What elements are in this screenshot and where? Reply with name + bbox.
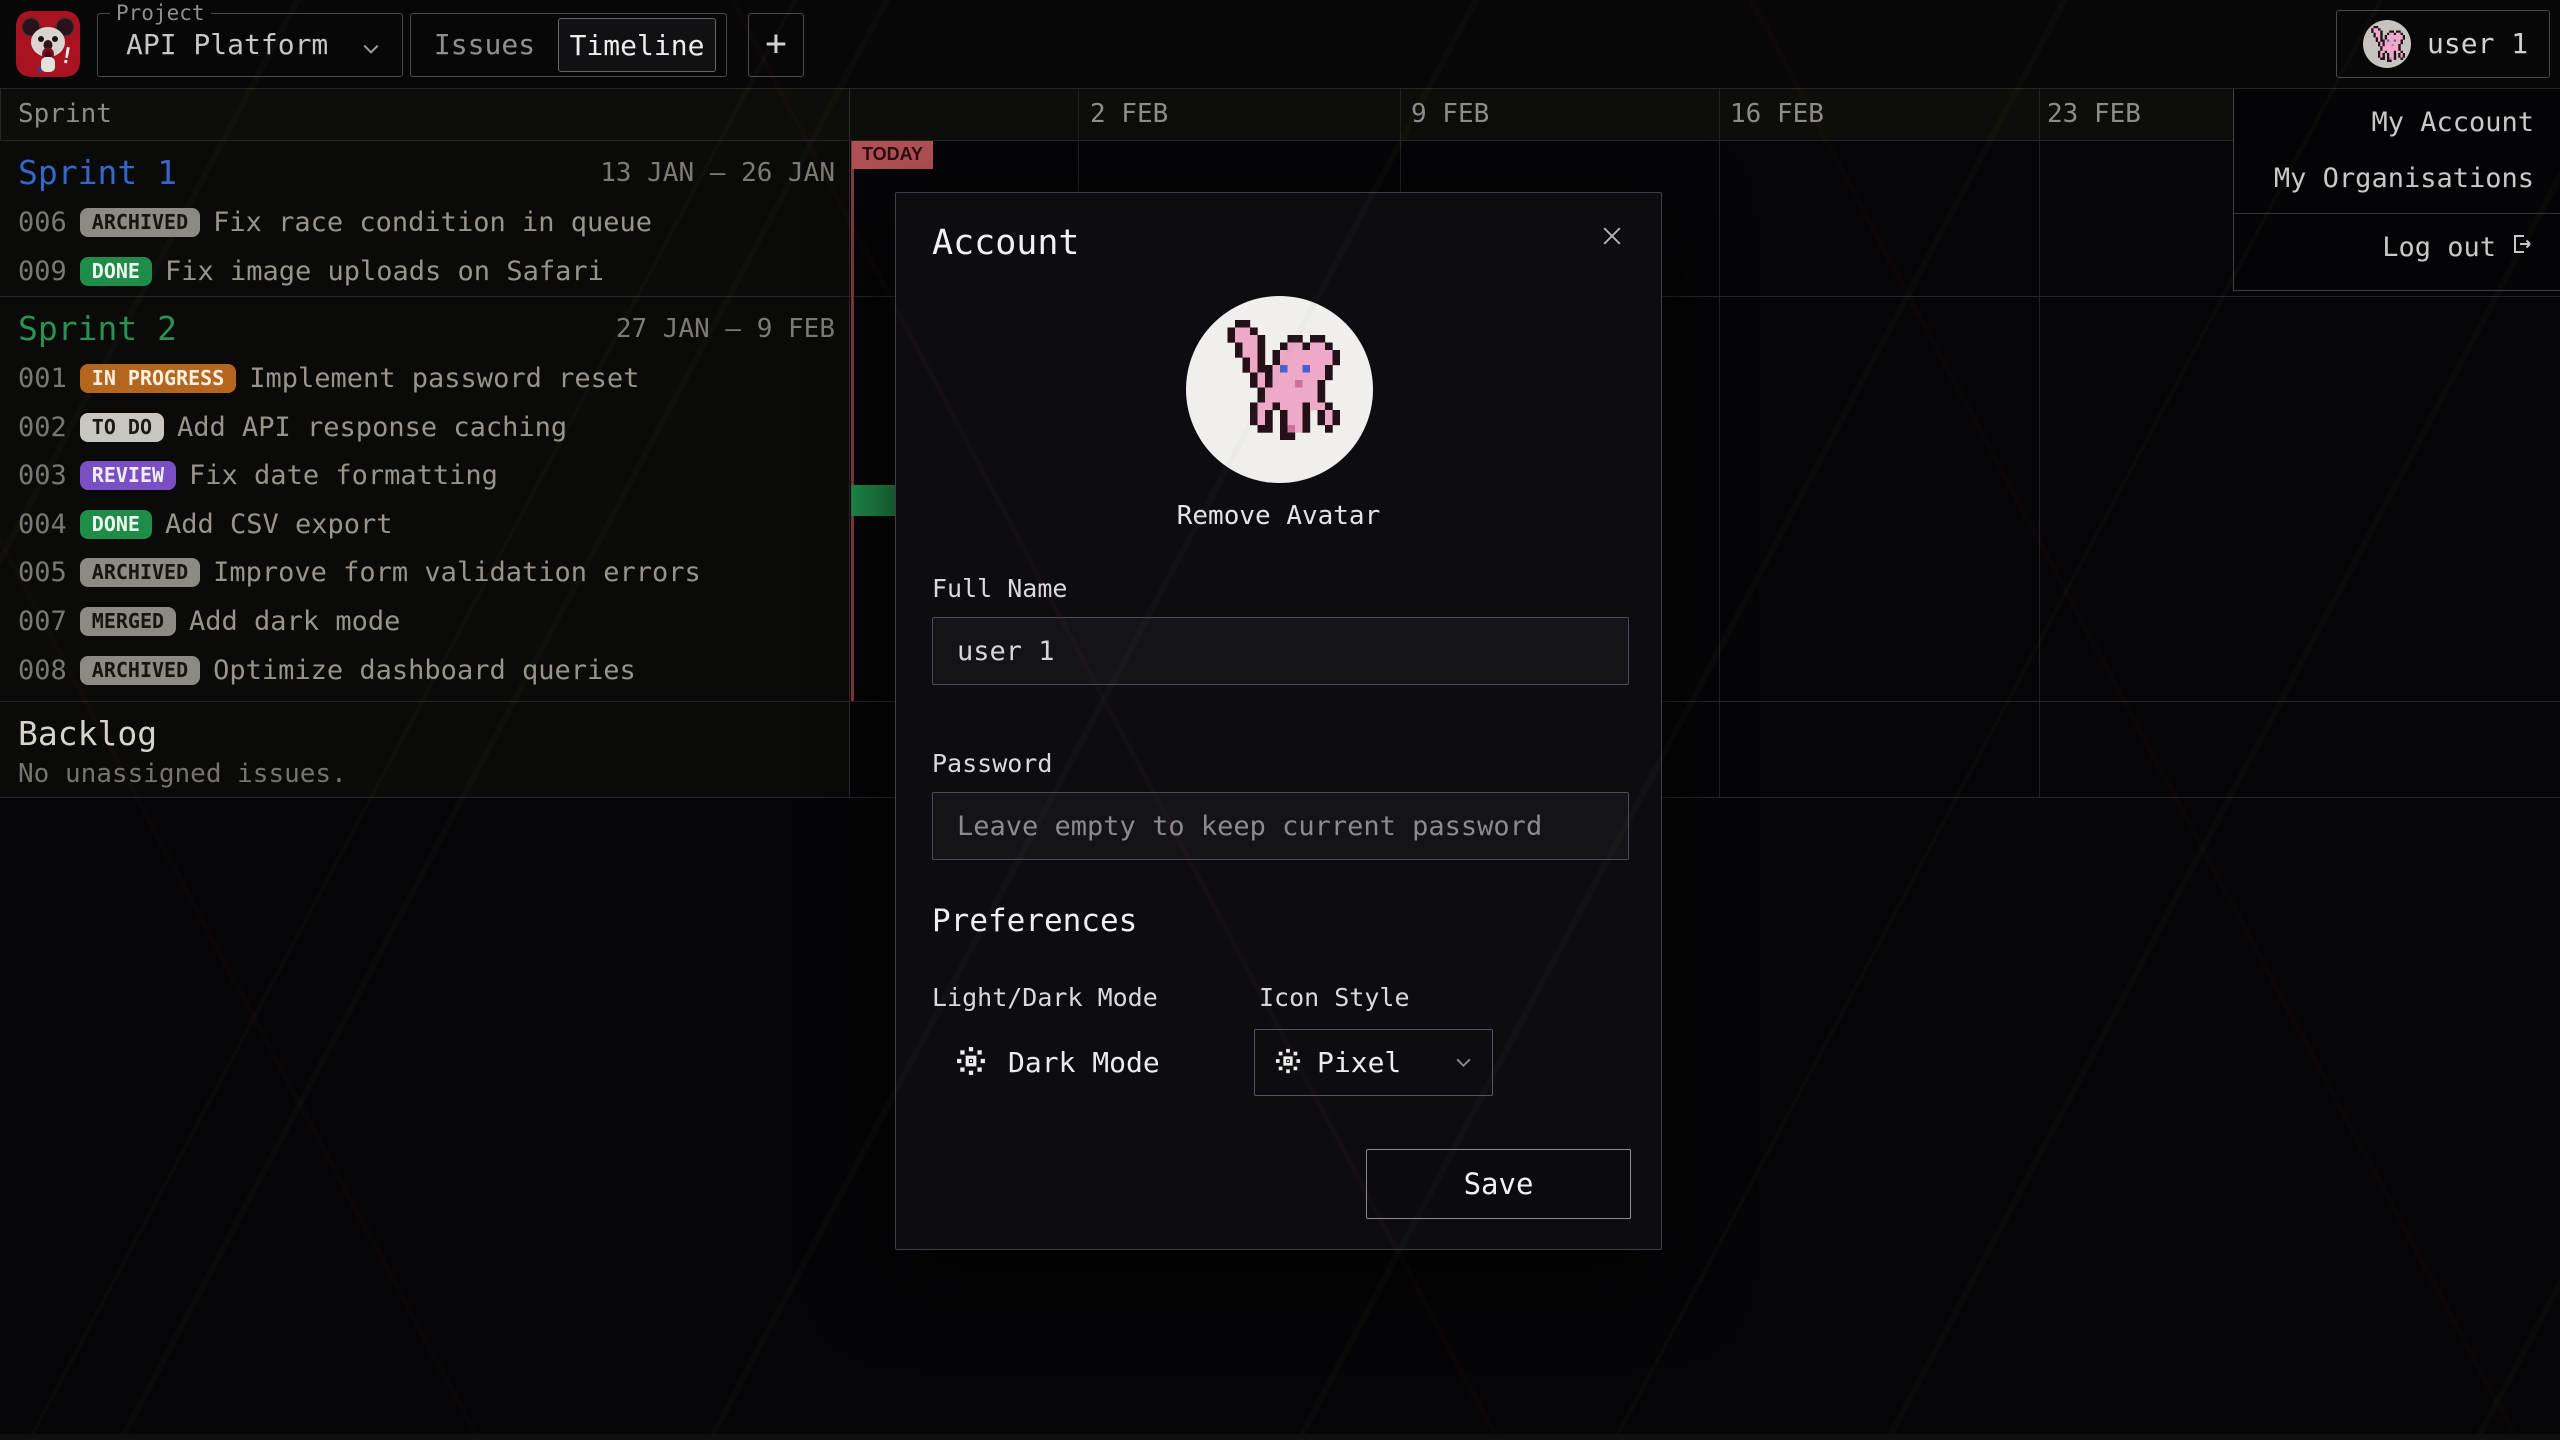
issue-number: 008 [18,655,67,686]
grid-column-line [2039,89,2040,797]
issue-number: 007 [18,606,67,637]
logout-icon [2510,220,2534,276]
status-badge: TO DO [80,413,164,442]
status-badge: ARCHIVED [80,208,200,237]
menu-item-my-account[interactable]: My Account [2234,95,2560,151]
status-badge: ARCHIVED [80,656,200,685]
toolbar: ! Project API Platform Issues Timeline +… [0,0,2560,89]
menu-item-my-organisations[interactable]: My Organisations [2234,151,2560,207]
backlog-empty-text: No unassigned issues. [18,758,347,790]
backlog-title: Backlog [18,713,157,755]
timeline-header-row: Sprint 2 FEB 9 FEB 16 FEB 23 FEB [0,89,2560,140]
project-selector-value: API Platform [126,14,328,76]
sprint-title[interactable]: Sprint 2 [18,308,177,350]
issue-title: Add dark mode [189,606,400,637]
issue-title: Implement password reset [249,363,639,394]
modal-title: Account [932,223,1080,263]
status-badge: DONE [80,257,152,286]
sprint-date-range: 13 JAN – 26 JAN [600,152,835,194]
today-badge: TODAY [852,141,933,169]
user-dropdown-menu: My Account My Organisations Log out [2233,89,2560,291]
user-avatar-large[interactable] [1186,296,1373,483]
save-button[interactable]: Save [1366,1149,1631,1219]
status-badge: ARCHIVED [80,558,200,587]
issue-number: 002 [18,412,67,443]
mew-avatar-icon [2363,20,2411,68]
app-logo-koala-icon[interactable]: ! [16,11,80,77]
issue-row[interactable]: 006 ARCHIVED Fix race condition in queue [18,198,838,247]
issue-number: 009 [18,256,67,287]
log-out-label: Log out [2382,220,2496,276]
issue-title: Fix race condition in queue [213,207,652,238]
issue-row[interactable]: 003 REVIEW Fix date formatting [18,451,838,500]
date-header: 16 FEB [1730,89,1824,140]
grid-column-line [849,89,850,797]
status-badge: REVIEW [80,461,176,490]
project-selector[interactable]: Project API Platform [97,13,403,77]
issue-row[interactable]: 001 IN PROGRESS Implement password reset [18,354,838,403]
issue-row[interactable]: 002 TO DO Add API response caching [18,403,838,452]
chevron-down-icon [362,40,380,52]
issue-number: 006 [18,207,67,238]
icon-style-label: Icon Style [1259,983,1410,1012]
theme-value: Dark Mode [1008,1046,1160,1079]
menu-item-log-out[interactable]: Log out [2234,220,2560,276]
issue-title: Add CSV export [165,509,393,540]
sprint-date-range: 27 JAN – 9 FEB [616,308,835,350]
issue-title: Fix image uploads on Safari [165,256,604,287]
date-header: 9 FEB [1411,89,1489,140]
status-badge: IN PROGRESS [80,364,236,393]
bottom-edge-strip [0,1434,2560,1440]
full-name-input[interactable] [932,617,1629,685]
sun-icon [1275,1048,1301,1078]
status-badge: MERGED [80,607,176,636]
full-name-label: Full Name [932,574,1067,603]
password-input[interactable] [932,792,1629,860]
user-name: user 1 [2427,11,2528,77]
remove-avatar-button[interactable]: Remove Avatar [896,501,1661,531]
issue-row[interactable]: 008 ARCHIVED Optimize dashboard queries [18,646,838,695]
grid-column-line [1719,89,1720,797]
tab-timeline[interactable]: Timeline [558,18,716,72]
issue-title: Fix date formatting [189,460,498,491]
view-tabs: Issues Timeline [410,13,727,77]
issue-number: 001 [18,363,67,394]
sprint-list-pane: Backlog No unassigned issues. Sprint 1 13… [0,140,849,797]
issue-number: 004 [18,509,67,540]
theme-label: Light/Dark Mode [932,983,1158,1012]
issue-row[interactable]: 009 DONE Fix image uploads on Safari [18,247,838,296]
issue-row[interactable]: 005 ARCHIVED Improve form validation error… [18,548,838,597]
today-marker-line [851,141,854,701]
issue-title: Add API response caching [177,412,567,443]
icon-style-dropdown[interactable]: Pixel [1254,1029,1493,1096]
theme-toggle[interactable]: Dark Mode [956,1029,1160,1096]
user-menu-button[interactable]: user 1 [2336,10,2550,78]
icon-style-value: Pixel [1317,1046,1401,1079]
account-modal: Account Remove Avatar Full Name Password… [895,192,1662,1250]
grid-row-line [0,140,2560,141]
date-header: 2 FEB [1090,89,1168,140]
menu-separator [2234,213,2560,214]
preferences-heading: Preferences [932,903,1137,939]
sun-icon [956,1046,986,1080]
issue-row[interactable]: 007 MERGED Add dark mode [18,597,838,646]
issue-title: Optimize dashboard queries [213,655,636,686]
issue-number: 003 [18,460,67,491]
gantt-bar-done[interactable] [851,485,898,516]
sprint-column-header: Sprint [18,89,112,140]
add-button[interactable]: + [748,13,804,77]
sprint-title[interactable]: Sprint 1 [18,152,177,194]
close-icon[interactable] [1599,223,1633,257]
issue-number: 005 [18,557,67,588]
tab-issues[interactable]: Issues [411,14,558,76]
issue-row[interactable]: 004 DONE Add CSV export [18,500,838,549]
status-badge: DONE [80,510,152,539]
issue-title: Improve form validation errors [213,557,701,588]
chevron-down-icon [1455,1053,1472,1072]
date-header: 23 FEB [2047,89,2141,140]
password-label: Password [932,749,1052,778]
